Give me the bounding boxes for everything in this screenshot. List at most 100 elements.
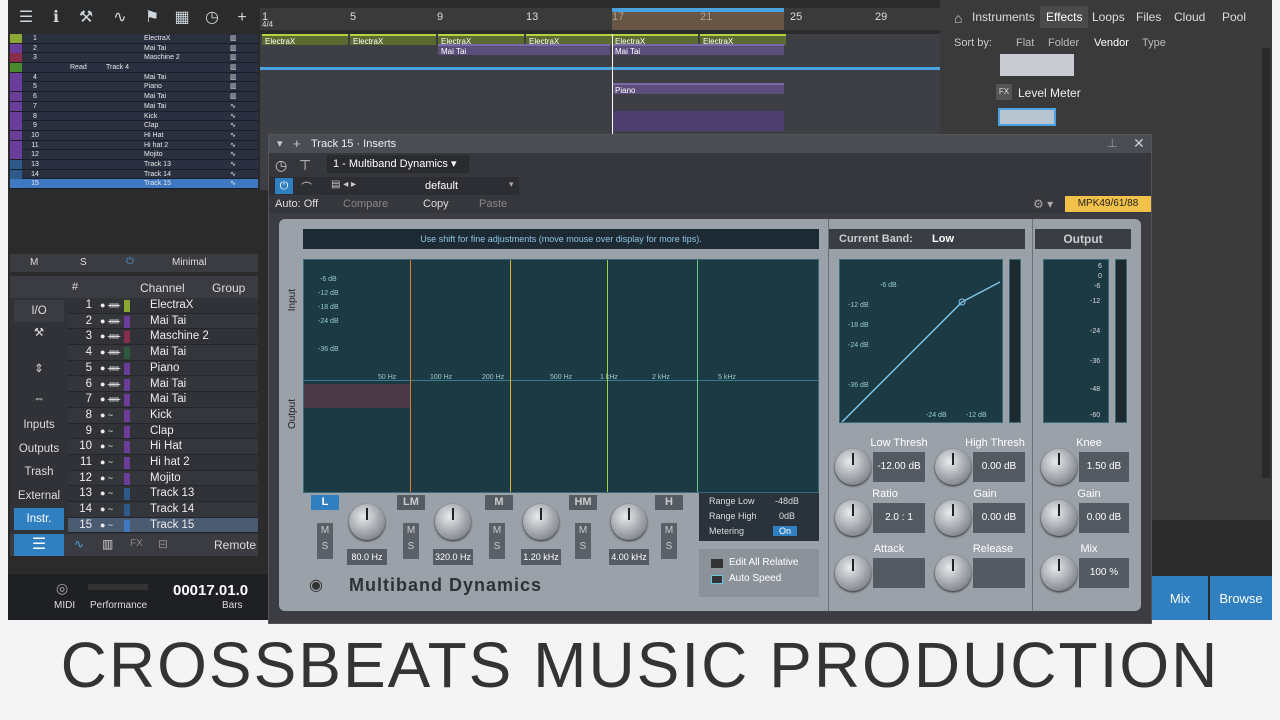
high-thresh-value[interactable]: 0.00 dB: [973, 452, 1025, 482]
band-low-mute-solo[interactable]: MS: [317, 523, 333, 559]
sort-folder[interactable]: Folder: [1048, 37, 1079, 49]
crossover-4-knob[interactable]: [611, 504, 647, 540]
track-row[interactable]: 1 ElectraX ▥: [10, 34, 258, 44]
info-icon[interactable]: ℹ: [44, 6, 68, 30]
crossover-1-value[interactable]: 80.0 Hz: [347, 549, 387, 565]
drum-clip[interactable]: [612, 111, 784, 131]
clip-piano[interactable]: Piano: [612, 83, 784, 95]
mute-button[interactable]: M: [407, 525, 415, 536]
tab-loops[interactable]: Loops: [1092, 10, 1125, 24]
bus-icon[interactable]: ⊟: [158, 537, 168, 551]
band-mid-button[interactable]: M: [485, 495, 513, 510]
clip-electrax[interactable]: ElectraX: [350, 34, 436, 46]
track-row[interactable]: Read Track 4 ▥: [10, 63, 258, 73]
gain-value[interactable]: 0.00 dB: [973, 503, 1025, 533]
track-row[interactable]: 10 Hi Hat ∿: [10, 130, 258, 141]
channel-row[interactable]: 3 ● ᚔ Maschine 2: [68, 329, 258, 346]
tab-cloud[interactable]: Cloud: [1174, 10, 1205, 24]
crossover-line[interactable]: [510, 260, 511, 492]
channel-row[interactable]: 13 ● ~ Track 13: [68, 486, 258, 503]
attack-value[interactable]: [873, 558, 925, 588]
solo-button[interactable]: S: [580, 541, 587, 552]
external-button[interactable]: External: [14, 485, 64, 507]
sort-type[interactable]: Type: [1142, 37, 1166, 49]
channel-row[interactable]: 5 ● ᚔ Piano: [68, 360, 258, 377]
clip-electrax[interactable]: ElectraX: [262, 34, 348, 46]
release-value[interactable]: [973, 558, 1025, 588]
solo-button[interactable]: S: [666, 541, 673, 552]
track-row[interactable]: 2 Mai Tai ▥: [10, 43, 258, 54]
channel-row[interactable]: 12 ● ~ Mojito: [68, 470, 258, 487]
preset-name[interactable]: default: [425, 180, 458, 192]
timeline-ruler[interactable]: 1 4/4 5 9 13 17 21 25 29: [260, 8, 940, 30]
clip-mai-tai[interactable]: Mai Tai: [438, 44, 610, 56]
transfer-curve-display[interactable]: -6 dB -12 dB -18 dB -24 dB -36 dB -24 dB…: [839, 259, 1003, 423]
close-icon[interactable]: ✕: [1133, 135, 1145, 152]
track-row[interactable]: 8 Kick ∿: [10, 111, 258, 122]
power-icon[interactable]: ⏻: [275, 178, 293, 194]
grid-icon[interactable]: ▦: [170, 6, 194, 30]
chevron-down-icon[interactable]: ▾: [509, 179, 514, 190]
clock-icon[interactable]: ◷: [200, 6, 224, 30]
automation-icon[interactable]: ∿: [108, 6, 132, 30]
time-display[interactable]: 00017.01.0: [173, 582, 248, 599]
output-gain-value[interactable]: 0.00 dB: [1079, 503, 1129, 533]
crossover-2-value[interactable]: 320.0 Hz: [433, 549, 473, 565]
inputs-button[interactable]: Inputs: [14, 414, 64, 436]
band-low-mid-button[interactable]: LM: [397, 495, 425, 510]
gear-icon[interactable]: ⚙ ▾: [1033, 197, 1053, 211]
band-m-mute-solo[interactable]: MS: [489, 523, 505, 559]
home-icon[interactable]: ⌂: [954, 10, 962, 26]
band-h-mute-solo[interactable]: MS: [661, 523, 677, 559]
low-thresh-knob[interactable]: [835, 449, 871, 485]
mix-value[interactable]: 100 %: [1079, 558, 1129, 588]
power-icon[interactable]: ⏻: [126, 256, 134, 267]
expand-icon[interactable]: ⇕: [14, 358, 64, 380]
range-high-value[interactable]: 0dB: [779, 511, 795, 521]
loop-range[interactable]: [612, 8, 784, 30]
browse-button[interactable]: Browse: [1210, 576, 1272, 620]
band-high-mid-button[interactable]: HM: [569, 495, 597, 510]
pin-icon[interactable]: ⊥: [1107, 136, 1117, 150]
edit-all-checkbox[interactable]: [711, 559, 723, 568]
ratio-value[interactable]: 2.0 : 1: [873, 503, 925, 533]
device-badge[interactable]: MPK49/61/88: [1065, 196, 1151, 212]
channel-row[interactable]: 15 ● ~ Track 15: [68, 517, 258, 534]
track-row[interactable]: 5 Piano ▥: [10, 82, 258, 93]
fx-filter-button[interactable]: FX: [130, 538, 143, 549]
paste-button[interactable]: Paste: [479, 198, 507, 210]
mute-button[interactable]: M: [665, 525, 673, 536]
track-row[interactable]: 12 Mojito ∿: [10, 150, 258, 160]
channel-row[interactable]: 9 ● ~ Clap: [68, 423, 258, 440]
auto-speed-checkbox[interactable]: [711, 575, 723, 584]
clip-mai-tai[interactable]: Mai Tai: [612, 44, 784, 56]
crossover-4-value[interactable]: 4.00 kHz: [609, 549, 649, 565]
gain-knob[interactable]: [935, 500, 971, 536]
outputs-button[interactable]: Outputs: [14, 438, 64, 460]
channel-row[interactable]: 10 ● ~ Hi Hat: [68, 439, 258, 455]
insert-select[interactable]: 1 - Multiband Dynamics ▾: [327, 155, 469, 173]
routing-icon[interactable]: ⊤: [299, 157, 311, 174]
band-high-button[interactable]: H: [655, 495, 683, 510]
add-insert-icon[interactable]: +: [293, 136, 301, 151]
crossover-3-knob[interactable]: [523, 504, 559, 540]
preset-nav-icon[interactable]: ▤ ◂ ▸: [331, 179, 356, 190]
mixer-mode-select[interactable]: Minimal: [172, 257, 206, 268]
compare-button[interactable]: Compare: [343, 198, 388, 210]
knee-value[interactable]: 1.50 dB: [1079, 452, 1129, 482]
band-lm-mute-solo[interactable]: MS: [403, 523, 419, 559]
range-low-value[interactable]: -48dB: [775, 496, 799, 506]
track-row[interactable]: 14 Track 14 ∿: [10, 169, 258, 180]
wrench-icon[interactable]: ⚒: [74, 6, 98, 30]
plugin-titlebar[interactable]: ▾ + Track 15 · Inserts ⊥ ✕: [269, 135, 1151, 153]
solo-button[interactable]: S: [408, 541, 415, 552]
track-row[interactable]: 7 Mai Tai ∿: [10, 101, 258, 112]
spectrum-display[interactable]: -6 dB -12 dB -18 dB -24 dB -36 dB 50 Hz …: [303, 259, 819, 493]
tab-effects[interactable]: Effects: [1040, 6, 1089, 28]
channel-row[interactable]: 11 ● ~ Hi hat 2: [68, 455, 258, 471]
metering-toggle[interactable]: On: [773, 526, 798, 536]
mute-button[interactable]: M: [321, 525, 329, 536]
channel-row[interactable]: 14 ● ~ Track 14: [68, 502, 258, 518]
automation-icon[interactable]: ⌒: [301, 179, 312, 195]
trash-button[interactable]: Trash: [14, 461, 64, 483]
